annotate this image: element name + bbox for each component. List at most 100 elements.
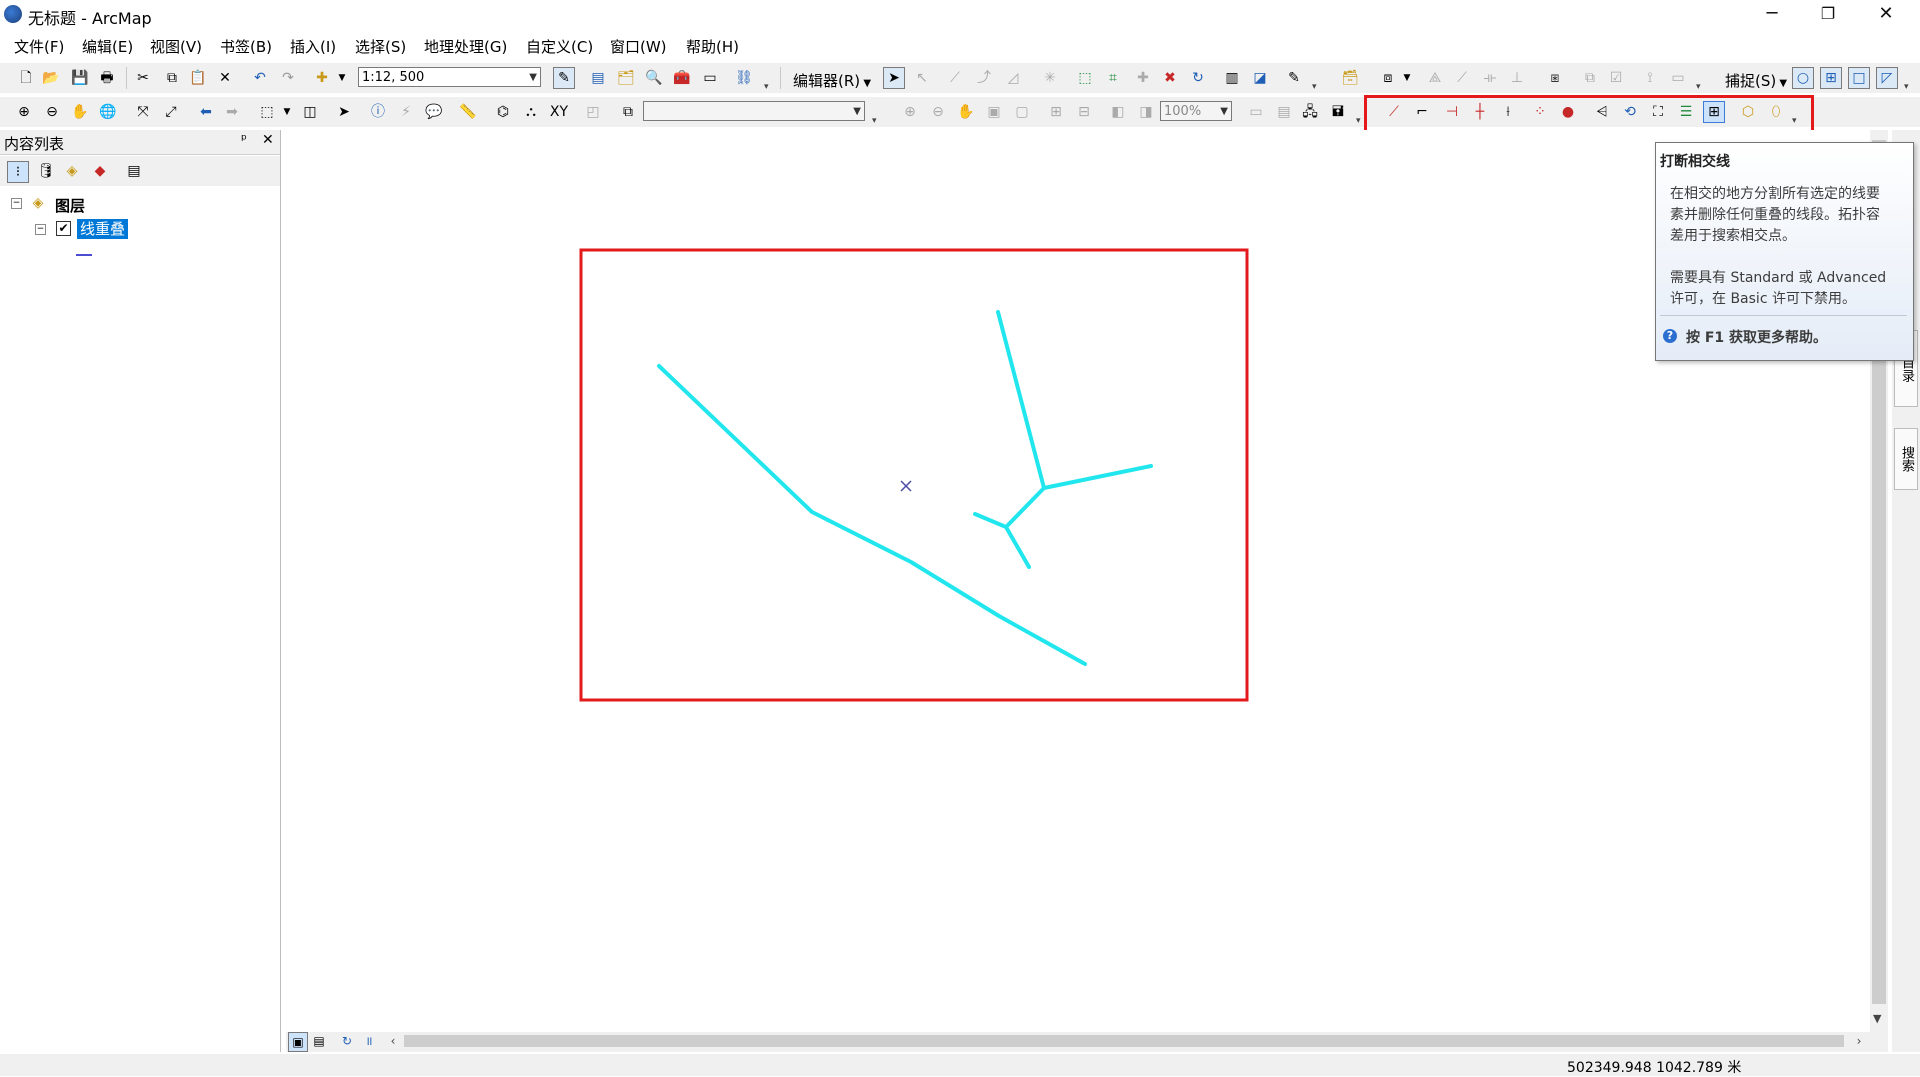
scroll-right-icon[interactable]: › [1850, 1032, 1868, 1050]
layout-back-icon[interactable]: ◧ [1108, 102, 1128, 122]
collapse-layers-icon[interactable]: − [11, 198, 22, 209]
validate-topology-icon[interactable]: ⧉ [1580, 68, 1600, 88]
print-icon[interactable]: 🖶 [97, 68, 117, 88]
hyperlink-icon[interactable]: ⚡ [396, 102, 416, 122]
undo-icon[interactable]: ↶ [250, 68, 270, 88]
forward-arrow-icon[interactable]: ➡ [222, 102, 242, 122]
toggle-draft-mode-icon[interactable]: ▭ [1246, 102, 1266, 122]
layer-name-selected[interactable]: 线重叠 [77, 219, 129, 239]
minimize-button[interactable]: ─ [1744, 0, 1800, 30]
toc-options-icon[interactable]: ▤ [124, 161, 144, 181]
point-tool-icon[interactable]: ✳ [1040, 68, 1060, 88]
menu-help[interactable]: 帮助(H) [686, 36, 739, 57]
fixed-zoom-out-icon[interactable]: ⤢ [161, 102, 181, 122]
paste-icon[interactable]: 📋 [188, 68, 208, 88]
sketch-properties-icon[interactable]: ◪ [1250, 68, 1270, 88]
close-button[interactable]: ✕ [1858, 0, 1914, 30]
new-document-icon[interactable]: 🗋 [16, 68, 36, 88]
arctoolbox-icon[interactable]: 🧰 [672, 68, 692, 88]
edge-snapping-icon[interactable]: ◸ [1876, 67, 1898, 89]
menu-insert[interactable]: 插入(I) [290, 36, 336, 57]
layout-forward-icon[interactable]: ◨ [1136, 102, 1156, 122]
save-icon[interactable]: 💾 [70, 68, 90, 88]
layout-zoom-percent[interactable]: 100% ▼ [1160, 101, 1232, 121]
toolbar-overflow-icon[interactable]: ▾ [872, 116, 878, 126]
redo-icon[interactable]: ↷ [278, 68, 298, 88]
zoom-whole-page-icon[interactable]: ▣ [984, 102, 1004, 122]
menu-window[interactable]: 窗口(W) [610, 36, 667, 57]
menu-view[interactable]: 视图(V) [150, 36, 202, 57]
pin-icon[interactable]: ᵖ [241, 132, 247, 148]
create-features-icon[interactable]: ✎ [1284, 68, 1304, 88]
menu-customize[interactable]: 自定义(C) [526, 36, 593, 57]
georeferencing-icon[interactable]: ⧈ [1378, 68, 1398, 88]
trace-tool-icon[interactable]: ◿ [1003, 68, 1023, 88]
select-features-icon[interactable]: ⬚ [257, 102, 277, 122]
create-viewer-window-icon[interactable]: ⧉ [618, 102, 638, 122]
back-arrow-icon[interactable]: ⬅ [196, 102, 216, 122]
select-elements-icon[interactable]: ➤ [334, 102, 354, 122]
horizontal-scrollbar-thumb[interactable] [404, 1035, 1844, 1047]
error-inspector-icon[interactable]: ☑ [1606, 68, 1626, 88]
arcgis-online-icon[interactable]: 🗃 [1340, 68, 1360, 88]
rotate-tool-icon[interactable]: ↻ [1188, 68, 1208, 88]
topology-align-icon[interactable]: ⊥ [1507, 68, 1527, 88]
layout-zoom-in-icon[interactable]: ⊕ [900, 102, 920, 122]
zoom-in-icon[interactable]: ⊕ [14, 102, 34, 122]
line-feature-5[interactable] [973, 512, 1008, 529]
add-data-dropdown-icon[interactable]: ▼ [332, 68, 352, 88]
endpoint-arc-icon[interactable]: ⤴ [974, 68, 994, 88]
full-extent-icon[interactable]: 🌐 [98, 102, 118, 122]
topology-split-icon[interactable]: ⟛ [1480, 68, 1500, 88]
catalog-window-icon[interactable]: 🗂 [616, 68, 636, 88]
toolbar-overflow-icon[interactable]: ▾ [764, 82, 770, 92]
toolbar-overflow-icon[interactable]: ▾ [1696, 82, 1702, 92]
layout-view-icon[interactable]: ▤ [310, 1032, 328, 1050]
editor-toolbar-icon[interactable]: ✎ [553, 67, 575, 89]
menu-file[interactable]: 文件(F) [14, 36, 64, 57]
edit-annotation-tool-icon[interactable]: ↖ [912, 68, 932, 88]
snapping-menu-button[interactable]: 捕捉(S) ▼ [1725, 70, 1787, 91]
layout-pan-icon[interactable]: ✋ [956, 102, 976, 122]
menu-edit[interactable]: 编辑(E) [82, 36, 133, 57]
open-folder-icon[interactable]: 📂 [41, 68, 61, 88]
fixed-zoom-out-layout-icon[interactable]: ⊟ [1074, 102, 1094, 122]
list-by-source-icon[interactable]: 🛢 [36, 161, 56, 181]
find-binoculars-icon[interactable]: ⌬ [493, 102, 513, 122]
georeferencing-dropdown-icon[interactable]: ▼ [1397, 68, 1417, 88]
cut-icon[interactable]: ✂ [133, 68, 153, 88]
data-driven-pages-icon[interactable]: 🖬 [1328, 102, 1348, 122]
search-window-icon[interactable]: 🔍 [644, 68, 664, 88]
find-route-icon[interactable]: ⛬ [521, 102, 541, 122]
fixed-zoom-in-icon[interactable]: ⤧ [133, 102, 153, 122]
fix-topology-error-icon[interactable]: ⟟ [1640, 68, 1660, 88]
focus-data-frame-icon[interactable]: ▤ [1274, 102, 1294, 122]
reshape-feature-icon[interactable]: ⌗ [1103, 68, 1123, 88]
straight-segment-icon[interactable]: ⟋ [945, 68, 965, 88]
line-feature-4[interactable] [1004, 486, 1046, 569]
measure-icon[interactable]: 📏 [458, 102, 478, 122]
clear-selection-icon[interactable]: ◫ [300, 102, 320, 122]
point-snapping-icon[interactable]: ○ [1792, 67, 1814, 89]
refresh-view-icon[interactable]: ↻ [338, 1032, 356, 1050]
map-topology-icon[interactable]: ⧆ [1545, 68, 1565, 88]
vertex-snapping-icon[interactable]: □ [1848, 67, 1870, 89]
collapse-layer-icon[interactable]: − [35, 224, 46, 235]
toolbar-overflow-icon[interactable]: ▾ [1312, 82, 1318, 92]
list-by-drawing-order-icon[interactable]: ⁝ [7, 161, 29, 183]
toc-close-icon[interactable]: ✕ [262, 132, 274, 148]
restore-button[interactable]: ❐ [1800, 0, 1856, 30]
layer-dropdown[interactable]: ▼ [643, 101, 865, 121]
zoom-100-icon[interactable]: ▢ [1012, 102, 1032, 122]
topology-select-icon[interactable]: ⟁ [1425, 68, 1445, 88]
list-by-selection-icon[interactable]: ◆ [90, 161, 110, 181]
scroll-left-icon[interactable]: ‹ [384, 1032, 402, 1050]
delete-icon[interactable]: ✕ [215, 68, 235, 88]
line-feature-3[interactable] [1042, 464, 1153, 490]
pan-hand-icon[interactable]: ✋ [70, 102, 90, 122]
time-slider-icon[interactable]: ◰ [583, 102, 603, 122]
topology-properties-icon[interactable]: ▭ [1668, 68, 1688, 88]
scroll-down-icon[interactable]: ▼ [1873, 1012, 1881, 1025]
map-scale-combobox[interactable]: 1:12, 500 ▼ [358, 67, 541, 87]
layout-zoom-out-icon[interactable]: ⊖ [928, 102, 948, 122]
